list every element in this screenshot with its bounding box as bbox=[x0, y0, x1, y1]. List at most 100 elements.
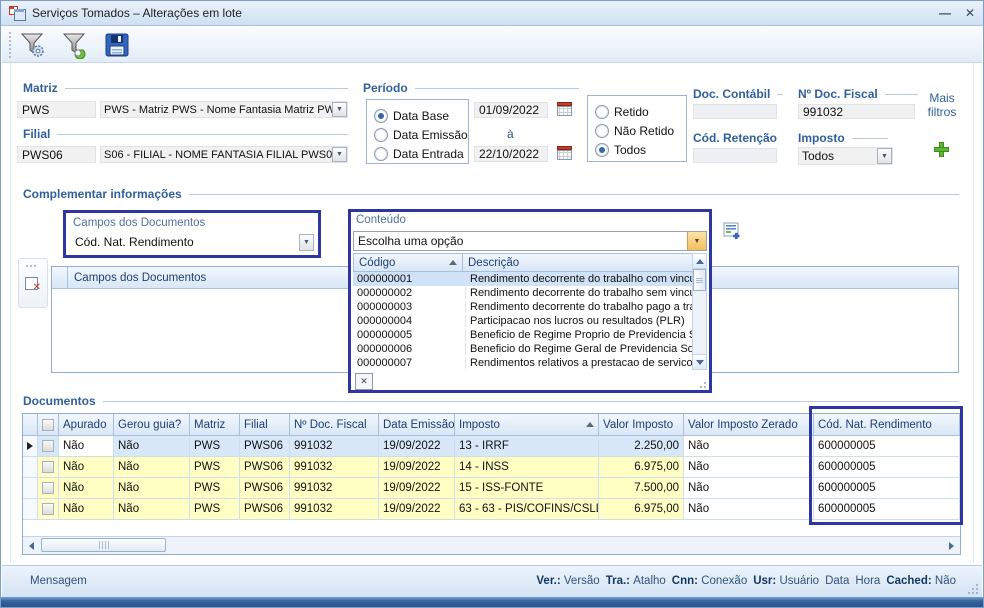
scroll-down-button[interactable] bbox=[693, 354, 706, 369]
row-checkbox-cell[interactable] bbox=[38, 478, 59, 499]
table-row[interactable]: NãoNãoPWSPWS0699103219/09/202215 - ISS-F… bbox=[23, 478, 960, 499]
grid-cell[interactable]: 13 - IRRF bbox=[455, 436, 599, 457]
grid-cell[interactable]: 991032 bbox=[290, 478, 379, 499]
row-indicator[interactable] bbox=[23, 436, 38, 457]
grid-cell[interactable]: Não bbox=[59, 457, 114, 478]
minimize-button[interactable]: — bbox=[939, 7, 951, 19]
cod-retencao-field[interactable] bbox=[693, 148, 777, 163]
grid-cell[interactable]: 600000005 bbox=[814, 478, 960, 499]
scroll-thumb[interactable] bbox=[693, 269, 706, 291]
grid-cell[interactable]: 600000005 bbox=[814, 457, 960, 478]
grid-cell[interactable]: Não bbox=[114, 457, 190, 478]
row-indicator[interactable] bbox=[23, 499, 38, 520]
date-from-field[interactable]: 01/09/2022 bbox=[474, 102, 548, 118]
grid-cell[interactable]: 600000005 bbox=[814, 436, 960, 457]
calendar-icon[interactable] bbox=[557, 146, 572, 160]
conteudo-list-row[interactable]: 000000002Rendimento decorrente do trabal… bbox=[353, 286, 694, 300]
dropdown-arrow-icon[interactable]: ▼ bbox=[687, 232, 706, 250]
dropdown-arrow-icon[interactable]: ▼ bbox=[332, 147, 347, 162]
column-header-gerou-guia-[interactable]: Gerou guia? bbox=[114, 414, 190, 436]
checkbox-column-header[interactable] bbox=[38, 414, 59, 436]
add-row-icon[interactable] bbox=[723, 222, 741, 240]
column-header-valor-imposto[interactable]: Valor Imposto bbox=[599, 414, 684, 436]
grid-cell[interactable]: PWS bbox=[190, 457, 240, 478]
doc-contabil-field[interactable] bbox=[693, 104, 777, 119]
table-row[interactable]: NãoNãoPWSPWS0699103219/09/202213 - IRRF2… bbox=[23, 436, 960, 457]
grid-cell[interactable]: 19/09/2022 bbox=[379, 436, 455, 457]
grid-cell[interactable]: PWS bbox=[190, 436, 240, 457]
radio-option[interactable]: Data Emissão bbox=[374, 125, 468, 144]
grid-cell[interactable]: 6.975,00 bbox=[599, 457, 684, 478]
descricao-column-header[interactable]: Descrição bbox=[462, 253, 694, 272]
grid-cell[interactable]: Não bbox=[684, 457, 814, 478]
grid-cell[interactable]: PWS bbox=[190, 478, 240, 499]
column-header-c-d-nat-rendimento[interactable]: Cód. Nat. Rendimento bbox=[814, 414, 960, 436]
grid-cell[interactable]: Não bbox=[59, 478, 114, 499]
row-checkbox-cell[interactable] bbox=[38, 457, 59, 478]
radio-option[interactable]: Retido bbox=[595, 102, 686, 121]
window-resize-grip[interactable] bbox=[968, 584, 978, 594]
matriz-combo[interactable]: PWS - Matriz PWS - Nome Fantasia Matriz … bbox=[100, 101, 348, 118]
column-header-n-doc-fiscal[interactable]: Nº Doc. Fiscal bbox=[290, 414, 379, 436]
grid-cell[interactable]: Não bbox=[684, 478, 814, 499]
clear-selection-button[interactable]: ✕ bbox=[355, 373, 373, 390]
table-row[interactable]: NãoNãoPWSPWS0699103219/09/202263 - 63 - … bbox=[23, 499, 960, 520]
scroll-left-button[interactable] bbox=[24, 538, 39, 553]
row-checkbox[interactable] bbox=[42, 503, 54, 515]
codigo-column-header[interactable]: Código bbox=[353, 253, 463, 272]
grid-cell[interactable]: 19/09/2022 bbox=[379, 457, 455, 478]
grid-cell[interactable]: Não bbox=[114, 436, 190, 457]
grid-cell[interactable]: 600000005 bbox=[814, 499, 960, 520]
grid-cell[interactable]: 6.975,00 bbox=[599, 499, 684, 520]
toolbar-grip[interactable] bbox=[9, 32, 11, 34]
radio-option[interactable]: Data Base bbox=[374, 106, 468, 125]
title-bar[interactable]: Serviços Tomados – Alterações em lote — … bbox=[1, 1, 983, 26]
column-header-matriz[interactable]: Matriz bbox=[190, 414, 240, 436]
dropdown-arrow-icon[interactable]: ▼ bbox=[299, 234, 314, 251]
mini-toolbar-grip[interactable] bbox=[26, 265, 28, 267]
filter-apply-button[interactable] bbox=[58, 29, 92, 60]
calendar-icon[interactable] bbox=[557, 102, 572, 116]
conteudo-list-row[interactable]: 000000007Rendimentos relativos a prestac… bbox=[353, 356, 694, 370]
row-indicator[interactable] bbox=[23, 457, 38, 478]
grid-cell[interactable]: 19/09/2022 bbox=[379, 499, 455, 520]
column-header-imposto[interactable]: Imposto bbox=[455, 414, 599, 436]
matriz-code-field[interactable]: PWS bbox=[17, 101, 96, 118]
grid-cell[interactable]: 63 - 63 - PIS/COFINS/CSLL bbox=[455, 499, 599, 520]
num-doc-fiscal-field[interactable]: 991032 bbox=[798, 104, 915, 119]
grid-cell[interactable]: 7.500,00 bbox=[599, 478, 684, 499]
grid-cell[interactable]: 991032 bbox=[290, 436, 379, 457]
row-indicator[interactable] bbox=[23, 478, 38, 499]
conteudo-list-row[interactable]: 000000001Rendimento decorrente do trabal… bbox=[353, 272, 694, 286]
grid-cell[interactable]: Não bbox=[114, 499, 190, 520]
select-all-checkbox[interactable] bbox=[42, 419, 54, 431]
radio-option[interactable]: Não Retido bbox=[595, 121, 686, 140]
radio-option[interactable]: Todos bbox=[595, 140, 686, 159]
save-button[interactable] bbox=[100, 29, 134, 60]
grid-cell[interactable]: 15 - ISS-FONTE bbox=[455, 478, 599, 499]
mais-filtros-add-icon[interactable] bbox=[934, 142, 949, 157]
indicator-column-header[interactable] bbox=[23, 414, 38, 436]
grid-cell[interactable]: PWS bbox=[190, 499, 240, 520]
imposto-combo[interactable]: Todos ▼ bbox=[798, 147, 893, 165]
grid-cell[interactable]: PWS06 bbox=[240, 436, 290, 457]
column-header-filial[interactable]: Filial bbox=[240, 414, 290, 436]
conteudo-list-row[interactable]: 000000006Beneficio do Regime Geral de Pr… bbox=[353, 342, 694, 356]
horizontal-scrollbar[interactable] bbox=[23, 536, 960, 554]
popup-resize-grip[interactable] bbox=[696, 378, 706, 388]
conteudo-list-row[interactable]: 000000003Rendimento decorrente do trabal… bbox=[353, 300, 694, 314]
grid-cell[interactable]: Não bbox=[684, 499, 814, 520]
column-header-apurado[interactable]: Apurado bbox=[59, 414, 114, 436]
close-button[interactable]: ✕ bbox=[965, 7, 975, 19]
grid-cell[interactable]: 991032 bbox=[290, 457, 379, 478]
scroll-up-button[interactable] bbox=[693, 254, 706, 269]
row-checkbox[interactable] bbox=[42, 440, 54, 452]
dropdown-arrow-icon[interactable]: ▼ bbox=[332, 102, 347, 117]
conteudo-list-row[interactable]: 000000005Beneficio de Regime Proprio de … bbox=[353, 328, 694, 342]
grid-cell[interactable]: Não bbox=[59, 436, 114, 457]
date-to-field[interactable]: 22/10/2022 bbox=[474, 146, 548, 162]
grid-cell[interactable]: 2.250,00 bbox=[599, 436, 684, 457]
column-header-data-emiss-o[interactable]: Data Emissão bbox=[379, 414, 455, 436]
column-header-valor-imposto-zerado[interactable]: Valor Imposto Zerado bbox=[684, 414, 814, 436]
row-checkbox-cell[interactable] bbox=[38, 499, 59, 520]
